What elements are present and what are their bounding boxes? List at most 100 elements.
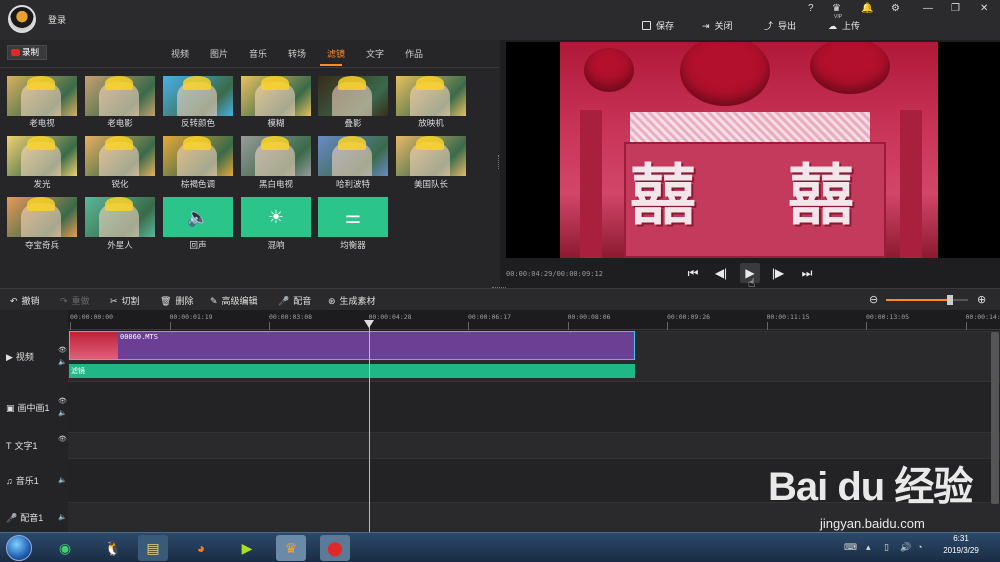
eye-icon[interactable]: 👁: [58, 346, 67, 354]
zoom-out-icon[interactable]: ⊖: [869, 293, 878, 306]
taskbar-clock[interactable]: 6:31 2019/3/29: [936, 534, 986, 555]
time-ruler[interactable]: 00:00:00:00 00:00:01:19 00:00:03:08 00:00:0…: [68, 310, 1000, 330]
filter-tile[interactable]: [241, 136, 311, 176]
close-project-button[interactable]: ⇥ 关闭: [702, 19, 733, 32]
tray-arrow-icon[interactable]: ▴: [866, 542, 871, 553]
playhead-line[interactable]: [369, 320, 370, 532]
prev-frame-icon: ◀|: [714, 266, 728, 280]
save-button[interactable]: 保存: [642, 19, 674, 32]
gear-icon[interactable]: ⚙: [891, 3, 900, 14]
speaker-icon[interactable]: 🔈: [58, 513, 67, 521]
skip-start-button[interactable]: ⏮: [685, 265, 701, 281]
eye-icon[interactable]: 👁: [58, 397, 67, 405]
filter-tile[interactable]: [163, 136, 233, 176]
voice-track-icon: 🎤: [6, 513, 18, 523]
filter-tile[interactable]: [85, 197, 155, 237]
ruler-tick: [965, 322, 967, 330]
track-label: 🎤 配音1: [6, 511, 43, 524]
filter-tile[interactable]: ☀: [241, 197, 311, 237]
qq-icon[interactable]: 🐧: [98, 535, 128, 561]
toolbar-label: 高级编辑: [221, 296, 258, 306]
speaker-icon[interactable]: 🔈: [58, 358, 67, 366]
tab-image[interactable]: 图片: [210, 47, 228, 60]
upload-button[interactable]: ☁ 上传: [828, 19, 860, 32]
preview-video[interactable]: 囍 囍: [560, 42, 938, 258]
eye-icon[interactable]: 👁: [58, 435, 67, 443]
filter-label: 外星人: [107, 240, 133, 250]
toolbar-trash-button[interactable]: 🗑 删除: [160, 294, 193, 307]
zoom-in-icon[interactable]: ⊕: [977, 293, 986, 306]
filter-tile[interactable]: [396, 136, 466, 176]
couplet-left: [580, 110, 602, 258]
lantern-shape: [810, 42, 890, 94]
help-icon[interactable]: ?: [808, 3, 814, 14]
playhead-handle[interactable]: [364, 320, 374, 328]
ruler-tick-label: 00:00:01:19: [169, 313, 213, 321]
zoom-slider[interactable]: [886, 295, 968, 305]
panel-resize-handle[interactable]: [498, 155, 501, 169]
vip-crown-icon[interactable]: ♛: [832, 3, 841, 14]
login-link[interactable]: 登录: [48, 13, 66, 26]
tab-filter[interactable]: 滤镜: [327, 47, 345, 60]
toolbar-undo-button[interactable]: ↶ 撤销: [10, 294, 40, 307]
start-button[interactable]: [6, 535, 32, 561]
filter-tile[interactable]: [7, 76, 77, 116]
exit-icon: ⇥: [702, 21, 710, 31]
toolbar-label: 配音: [293, 296, 312, 306]
ruler-tick-label: 00:00:03:08: [269, 313, 313, 321]
filter-clip[interactable]: 滤镜: [69, 364, 635, 378]
tab-video[interactable]: 视频: [171, 47, 189, 60]
next-frame-button[interactable]: |▶: [770, 265, 786, 281]
skip-end-button[interactable]: ⏭: [799, 265, 815, 281]
timeline-scrollbar[interactable]: [991, 332, 999, 504]
video-clip[interactable]: 00060.MTS: [69, 331, 635, 360]
thumbnail-hat: [338, 76, 366, 90]
filter-tile[interactable]: 🔈: [163, 197, 233, 237]
filter-tile[interactable]: [85, 136, 155, 176]
filter-tile[interactable]: [163, 76, 233, 116]
toolbar-microphone-button[interactable]: 🎤 配音: [278, 294, 311, 307]
toolbar-pencil-button[interactable]: ✎ 高级编辑: [210, 294, 258, 307]
speaker-icon[interactable]: 🔈: [58, 476, 67, 484]
export-button[interactable]: ⤴ 导出: [764, 19, 796, 32]
keyboard-icon[interactable]: ⌨: [844, 542, 857, 553]
network-icon[interactable]: ◔: [917, 542, 922, 552]
recorder-taskbar-icon[interactable]: ⬤: [320, 535, 350, 561]
thumbnail-hat: [416, 136, 444, 150]
app-logo[interactable]: [8, 5, 36, 33]
ruler-tick-label: 00:00:00:00: [70, 313, 114, 321]
browser-360-icon[interactable]: ◉: [50, 535, 80, 561]
maximize-button[interactable]: ❐: [951, 3, 960, 14]
toolbar-redo-button[interactable]: ↷ 重做: [60, 294, 90, 307]
filter-tile[interactable]: [241, 76, 311, 116]
toolbar-reel-button[interactable]: ⊛ 生成素材: [328, 294, 376, 307]
firefox-icon[interactable]: ◕: [186, 535, 216, 561]
video-editor-taskbar-icon[interactable]: ♛: [276, 535, 306, 561]
battery-icon[interactable]: ▯: [884, 542, 889, 553]
filter-tile[interactable]: [318, 136, 388, 176]
filter-tile[interactable]: [7, 197, 77, 237]
record-button[interactable]: 录制: [7, 45, 47, 60]
filter-tile[interactable]: [85, 76, 155, 116]
tab-text[interactable]: 文字: [366, 47, 384, 60]
filter-tile[interactable]: [318, 76, 388, 116]
bell-icon[interactable]: 🔔: [861, 3, 873, 14]
tab-music[interactable]: 音乐: [249, 47, 267, 60]
file-explorer-icon[interactable]: ▤: [138, 535, 168, 561]
tab-works[interactable]: 作品: [405, 47, 423, 60]
close-window-button[interactable]: ✕: [980, 3, 988, 14]
tab-transition[interactable]: 转场: [288, 47, 306, 60]
track-name: 文字1: [14, 441, 38, 451]
zoom-handle[interactable]: [946, 295, 953, 305]
filter-tile[interactable]: ⚌: [318, 197, 388, 237]
prev-frame-button[interactable]: ◀|: [713, 265, 729, 281]
minimize-button[interactable]: —: [923, 3, 933, 14]
media-player-icon[interactable]: ▶: [232, 535, 262, 561]
filter-tile[interactable]: [396, 76, 466, 116]
timeline-track[interactable]: [68, 381, 1000, 432]
speaker-icon[interactable]: 🔈: [58, 409, 67, 417]
volume-icon[interactable]: 🔊: [900, 542, 911, 553]
redo-icon: ↷: [60, 296, 68, 306]
toolbar-scissors-button[interactable]: ✂ 切割: [110, 294, 140, 307]
filter-tile[interactable]: [7, 136, 77, 176]
